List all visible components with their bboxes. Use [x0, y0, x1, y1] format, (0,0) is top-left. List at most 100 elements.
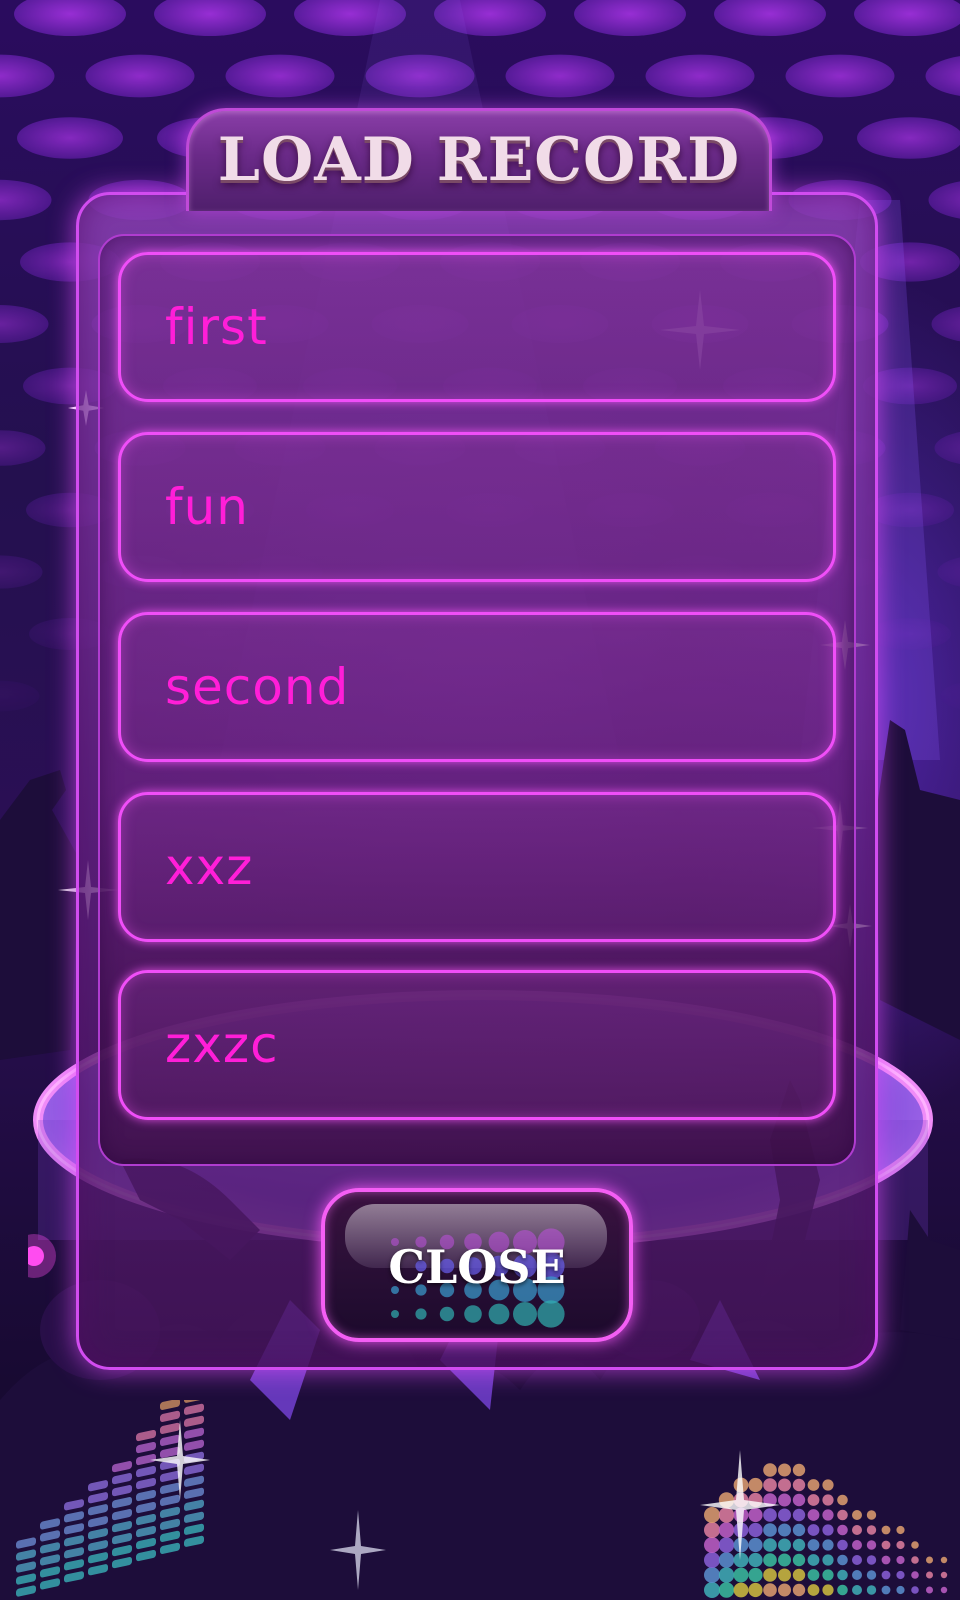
equalizer-bar [88, 1540, 108, 1552]
equalizer-dot [733, 1492, 749, 1508]
equalizer-dot [778, 1523, 791, 1537]
equalizer-bar [160, 1470, 180, 1482]
equalizer-dot [852, 1555, 862, 1565]
equalizer-dot [763, 1508, 777, 1522]
equalizer-bar [40, 1554, 60, 1566]
equalizer-bar [136, 1513, 156, 1526]
game-screen: LOAD RECORD first fun second xxz zxzc CL… [0, 0, 960, 1600]
record-slot-4[interactable]: xxz [118, 792, 836, 942]
equalizer-dot [763, 1553, 777, 1567]
equalizer-bar [88, 1480, 108, 1492]
close-button[interactable]: CLOSE [321, 1188, 633, 1342]
equalizer-dot [792, 1508, 806, 1522]
equalizer-dot [926, 1571, 933, 1579]
record-list: first fun second xxz zxzc [118, 252, 836, 1150]
equalizer-dot [866, 1570, 877, 1580]
equalizer-dot [718, 1582, 735, 1598]
record-slot-5[interactable]: zxzc [118, 970, 836, 1120]
equalizer-dot [911, 1571, 919, 1579]
equalizer-dot [822, 1584, 834, 1596]
equalizer-dot [748, 1492, 763, 1508]
equalizer-dot [926, 1556, 933, 1564]
record-slot-2[interactable]: fun [118, 432, 836, 582]
equalizer-dot [881, 1525, 891, 1535]
equalizer-dot [748, 1522, 763, 1538]
equalizer-dot [911, 1541, 919, 1549]
ceiling-light [0, 305, 49, 343]
equalizer-dot [896, 1570, 905, 1580]
equalizer-bar [16, 1537, 36, 1549]
equalizer-bar [40, 1578, 60, 1590]
ceiling-light [0, 179, 52, 221]
equalizer-bar [184, 1415, 204, 1427]
equalizer-bar [136, 1441, 156, 1454]
equalizer-dot [778, 1538, 791, 1552]
equalizer-dot [792, 1463, 806, 1477]
equalizer-dot [822, 1509, 834, 1521]
equalizer-bar [16, 1573, 36, 1585]
equalizer-dot [733, 1567, 749, 1583]
equalizer-bar [112, 1557, 132, 1569]
equalizer-dot [792, 1568, 806, 1582]
equalizer-bar [136, 1549, 156, 1562]
ceiling-light [857, 117, 960, 159]
record-label: second [165, 658, 350, 716]
equalizer-bar [112, 1473, 132, 1485]
equalizer-dot [748, 1552, 763, 1568]
equalizer-bar [88, 1492, 108, 1504]
equalizer-bar [160, 1434, 180, 1446]
equalizer-dot [837, 1569, 848, 1581]
equalizer-bar [112, 1521, 132, 1533]
equalizer-dot [896, 1555, 905, 1565]
equalizer-bar [40, 1566, 60, 1578]
equalizer-bar [40, 1542, 60, 1554]
equalizer-dot [763, 1523, 777, 1537]
record-slot-1[interactable]: first [118, 252, 836, 402]
equalizer-dot [837, 1584, 848, 1596]
button-dot [415, 1308, 427, 1320]
ceiling-light [854, 0, 960, 36]
ceiling-light [574, 0, 686, 36]
ceiling-light [937, 557, 960, 587]
equalizer-dot [763, 1568, 777, 1582]
record-label: fun [165, 478, 249, 536]
equalizer-dot [733, 1477, 749, 1493]
equalizer-dot [763, 1538, 777, 1552]
equalizer-bar [184, 1463, 204, 1475]
equalizer-dot [733, 1522, 749, 1538]
sparkle-icon [330, 1510, 386, 1590]
record-slot-3[interactable]: second [118, 612, 836, 762]
equalizer-bar [88, 1504, 108, 1516]
record-label: xxz [165, 838, 254, 896]
equalizer-dot [748, 1477, 763, 1493]
equalizer-dot [718, 1537, 735, 1553]
equalizer-dot [704, 1582, 720, 1598]
equalizer-bar [88, 1516, 108, 1528]
equalizer-bar [184, 1439, 204, 1451]
button-dot [513, 1302, 537, 1326]
equalizer-icon [704, 1463, 948, 1598]
equalizer-bar [64, 1499, 84, 1511]
equalizer-dot [763, 1478, 777, 1492]
equalizer-bar [40, 1530, 60, 1542]
equalizer-dot [866, 1525, 877, 1535]
equalizer-dot [822, 1554, 834, 1566]
ceiling-light [928, 181, 960, 219]
equalizer-dot [807, 1569, 820, 1581]
equalizer-dot [822, 1494, 834, 1506]
equalizer-dot [852, 1540, 862, 1550]
equalizer-dot [792, 1478, 806, 1492]
equalizer-bar [160, 1422, 180, 1434]
dialog-title: LOAD RECORD [217, 125, 741, 195]
equalizer-bar [64, 1523, 84, 1535]
equalizer-dot [896, 1540, 905, 1550]
equalizer-dot [852, 1570, 862, 1580]
equalizer-dot [778, 1508, 791, 1522]
ceiling-light [0, 54, 55, 98]
equalizer-bar [64, 1571, 84, 1583]
equalizer-dot [807, 1509, 820, 1521]
equalizer-dot [896, 1585, 905, 1595]
equalizer-bar [88, 1552, 108, 1564]
equalizer-bar [160, 1400, 180, 1410]
ceiling-light [931, 306, 960, 342]
